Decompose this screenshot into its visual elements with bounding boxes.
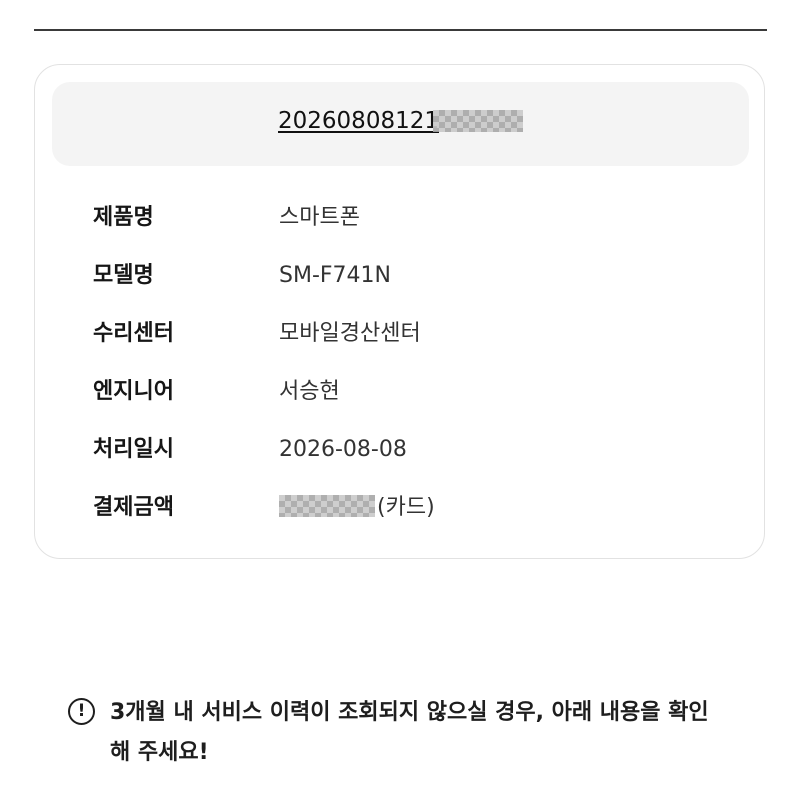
redacted-receipt-digits bbox=[432, 110, 523, 132]
receipt-number-link[interactable]: 20260808121 bbox=[278, 106, 523, 136]
detail-row-model: 모델명 SM-F741N bbox=[93, 256, 733, 314]
detail-value-payment: (카드) bbox=[279, 488, 435, 528]
notice-text: 3개월 내 서비스 이력이 조회되지 않으실 경우, 아래 내용을 확인해 주세… bbox=[110, 700, 709, 765]
receipt-header: 20260808121 bbox=[52, 82, 749, 166]
detail-value-model: SM-F741N bbox=[279, 263, 391, 288]
detail-value-product: 스마트폰 bbox=[279, 205, 360, 230]
detail-label-product: 제품명 bbox=[93, 205, 154, 230]
repair-history-card: 20260808121 제품명 스마트폰 모델명 SM-F741N 수리센터 모… bbox=[34, 64, 765, 559]
detail-label-model: 모델명 bbox=[93, 263, 154, 288]
receipt-number-text: 20260808121 bbox=[278, 108, 439, 134]
detail-row-service-center: 수리센터 모바일경산센터 bbox=[93, 314, 733, 372]
detail-label-processed-date: 처리일시 bbox=[93, 437, 174, 462]
redacted-payment-amount bbox=[279, 495, 375, 517]
detail-row-processed-date: 처리일시 2026-08-08 bbox=[93, 430, 733, 488]
detail-value-processed-date: 2026-08-08 bbox=[279, 437, 407, 462]
repair-details: 제품명 스마트폰 모델명 SM-F741N 수리센터 모바일경산센터 엔지니어 … bbox=[93, 198, 733, 546]
detail-label-engineer: 엔지니어 bbox=[93, 379, 174, 404]
detail-row-engineer: 엔지니어 서승현 bbox=[93, 372, 733, 430]
payment-method: (카드) bbox=[377, 495, 435, 520]
receipt-number[interactable]: 20260808121 bbox=[52, 106, 749, 136]
detail-row-payment: 결제금액 (카드) bbox=[93, 488, 733, 546]
exclamation-circle-icon: ! bbox=[68, 698, 95, 725]
top-divider bbox=[34, 29, 767, 31]
detail-row-product: 제품명 스마트폰 bbox=[93, 198, 733, 256]
detail-value-engineer: 서승현 bbox=[279, 379, 340, 404]
detail-label-service-center: 수리센터 bbox=[93, 321, 174, 346]
detail-label-payment: 결제금액 bbox=[93, 495, 174, 520]
detail-value-service-center: 모바일경산센터 bbox=[279, 321, 421, 346]
